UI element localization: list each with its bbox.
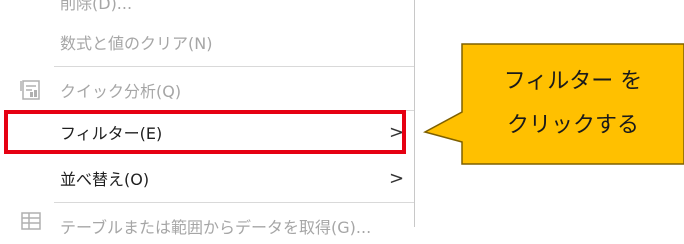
callout-line-2: クリックする	[506, 113, 639, 138]
callout: フィルター を クリックする	[0, 0, 684, 227]
callout-text: フィルター を クリックする	[462, 44, 684, 164]
callout-line-1: フィルター を	[503, 69, 643, 94]
